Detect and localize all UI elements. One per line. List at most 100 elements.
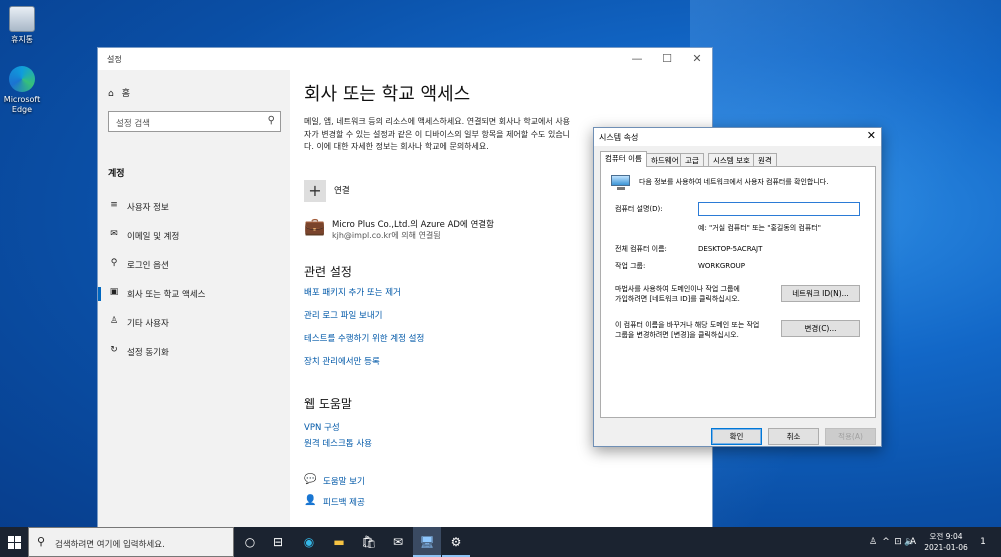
settings-titlebar[interactable]: 설정 — ☐ ✕ bbox=[98, 48, 712, 70]
search-icon: ⚲ bbox=[37, 535, 46, 548]
taskbar-clock[interactable]: 오전 9:04 2021-01-06 bbox=[922, 531, 970, 553]
tab-remote[interactable]: 원격 bbox=[753, 153, 777, 166]
link-enroll-device-management[interactable]: 장치 관리에서만 등록 bbox=[304, 355, 380, 367]
briefcase-icon: 💼 bbox=[304, 217, 326, 237]
sidebar-item-label: 설정 동기화 bbox=[127, 348, 169, 358]
desktop-icon-label: 휴지통 bbox=[10, 35, 34, 44]
edge-icon: ◉ bbox=[303, 535, 315, 549]
category-heading: 계정 bbox=[108, 169, 125, 179]
desktop-icon-recycle-bin[interactable]: 휴지통 bbox=[0, 6, 44, 45]
full-name-value: DESKTOP-5ACRAJT bbox=[698, 245, 763, 253]
desktop-icon-label: Microsoft Edge bbox=[3, 95, 41, 114]
web-help-heading: 웹 도움말 bbox=[304, 397, 352, 411]
cortana-button[interactable]: ○ bbox=[236, 527, 264, 557]
taskbar-mail[interactable]: ✉ bbox=[384, 527, 412, 557]
taskbar-settings[interactable]: ⚙ bbox=[442, 527, 470, 557]
feedback-icon: 👤 bbox=[304, 495, 317, 506]
sidebar-item-label: 사용자 정보 bbox=[127, 203, 169, 213]
dialog-titlebar[interactable]: 시스템 속성 ✕ bbox=[594, 128, 881, 146]
search-placeholder: 설정 검색 bbox=[116, 119, 150, 129]
taskbar-system-properties[interactable]: 🖥 bbox=[413, 527, 441, 557]
mail-icon: ✉ bbox=[110, 229, 118, 239]
folder-icon: ▬ bbox=[333, 535, 345, 549]
workgroup-label: 작업 그룹: bbox=[615, 262, 646, 270]
sidebar-item-label: 로그인 옵션 bbox=[127, 261, 169, 271]
maximize-button[interactable]: ☐ bbox=[652, 48, 682, 70]
dialog-title: 시스템 속성 bbox=[599, 133, 639, 142]
taskbar-search-placeholder: 검색하려면 여기에 입력하세요. bbox=[55, 540, 165, 550]
system-properties-dialog: 시스템 속성 ✕ 컴퓨터 이름 하드웨어 고급 시스템 보호 원격 다음 정보를… bbox=[593, 127, 882, 447]
related-settings-heading: 관련 설정 bbox=[304, 265, 352, 279]
computer-icon: 🖥 bbox=[419, 535, 435, 549]
plus-icon: + bbox=[304, 180, 326, 202]
change-button[interactable]: 변경(C)... bbox=[781, 320, 860, 337]
change-text: 이 컴퓨터 이름을 바꾸거나 해당 도메인 또는 작업 bbox=[615, 321, 760, 329]
intro-text: 다음 정보를 사용하여 네트워크에서 사용자 컴퓨터를 확인합니다. bbox=[639, 178, 829, 186]
tab-computer-name[interactable]: 컴퓨터 이름 bbox=[600, 151, 647, 167]
settings-sidebar: ⌂ 홈 설정 검색 ⚲ 계정 ≡ 사용자 정보 ✉ 이메일 및 계정 ⚲ 로그인 … bbox=[98, 70, 290, 527]
taskbar-edge[interactable]: ◉ bbox=[295, 527, 323, 557]
home-nav[interactable]: ⌂ 홈 bbox=[108, 86, 138, 99]
connect-label: 연결 bbox=[334, 186, 350, 196]
computer-description-field[interactable] bbox=[698, 202, 860, 216]
sidebar-item-label: 기타 사용자 bbox=[127, 319, 169, 329]
tab-hardware[interactable]: 하드웨어 bbox=[646, 153, 684, 166]
account-title: Micro Plus Co.,Ltd.의 Azure AD에 연결함 bbox=[332, 220, 494, 230]
ime-indicator[interactable]: A bbox=[907, 527, 919, 557]
sidebar-item-other-users[interactable]: ♙ 기타 사용자 bbox=[98, 310, 290, 336]
edge-icon bbox=[9, 66, 35, 92]
ok-button[interactable]: 확인 bbox=[711, 428, 762, 445]
sidebar-item-email-accounts[interactable]: ✉ 이메일 및 계정 bbox=[98, 223, 290, 249]
workgroup-value: WORKGROUP bbox=[698, 262, 746, 270]
dialog-close-button[interactable]: ✕ bbox=[867, 129, 876, 142]
taskbar-file-explorer[interactable]: ▬ bbox=[325, 527, 353, 557]
network-id-text: 가입하려면 [네트워크 ID]를 클릭하십시오. bbox=[615, 295, 740, 303]
task-view-icon: ⊟ bbox=[272, 535, 284, 549]
people-icon[interactable]: ♙ bbox=[866, 527, 880, 557]
task-view-button[interactable]: ⊟ bbox=[264, 527, 292, 557]
notification-count: 1 bbox=[980, 537, 986, 547]
window-title: 설정 bbox=[107, 55, 122, 64]
minimize-button[interactable]: — bbox=[622, 48, 652, 70]
account-subtitle: kjh@impl.co.kr에 의해 연결됨 bbox=[332, 231, 441, 240]
chevron-up-icon[interactable]: ^ bbox=[880, 527, 892, 557]
taskbar: ⚲ 검색하려면 여기에 입력하세요. ○ ⊟ ◉ ▬ 🛍 ✉ 🖥 ⚙ ♙ ^ ⊡… bbox=[0, 527, 1001, 557]
link-vpn-setup[interactable]: VPN 구성 bbox=[304, 421, 340, 433]
cancel-button[interactable]: 취소 bbox=[768, 428, 819, 445]
link-add-remove-package[interactable]: 배포 패키지 추가 또는 제거 bbox=[304, 286, 401, 298]
home-icon: ⌂ bbox=[108, 89, 114, 99]
windows-logo-icon bbox=[8, 536, 14, 542]
sidebar-item-label: 회사 또는 학교 액세스 bbox=[127, 290, 206, 300]
sidebar-item-label: 이메일 및 계정 bbox=[127, 232, 180, 242]
desktop-icon-edge[interactable]: Microsoft Edge bbox=[0, 66, 44, 115]
notification-center[interactable]: 1 bbox=[976, 527, 990, 557]
sidebar-item-your-info[interactable]: ≡ 사용자 정보 bbox=[98, 194, 290, 220]
key-icon: ⚲ bbox=[110, 258, 118, 268]
sidebar-item-sign-in-options[interactable]: ⚲ 로그인 옵션 bbox=[98, 252, 290, 278]
recycle-bin-icon bbox=[9, 6, 35, 32]
tab-advanced[interactable]: 고급 bbox=[680, 153, 704, 166]
clock-date: 2021-01-06 bbox=[924, 543, 968, 552]
store-icon: 🛍 bbox=[361, 535, 377, 549]
start-button[interactable] bbox=[0, 527, 28, 557]
link-remote-desktop[interactable]: 원격 데스크톱 사용 bbox=[304, 437, 372, 449]
network-id-button[interactable]: 네트워크 ID(N)... bbox=[781, 285, 860, 302]
home-label: 홈 bbox=[121, 89, 130, 99]
network-id-text: 마법사를 사용하여 도메인이나 작업 그룹에 bbox=[615, 285, 740, 293]
link-setup-test-account[interactable]: 테스트를 수행하기 위한 계정 설정 bbox=[304, 332, 424, 344]
description-example: 예: "거실 컴퓨터" 또는 "홍길동의 컴퓨터" bbox=[698, 224, 821, 232]
tab-system-protection[interactable]: 시스템 보호 bbox=[708, 153, 755, 166]
apply-button[interactable]: 적용(A) bbox=[825, 428, 876, 445]
taskbar-search-box[interactable]: ⚲ 검색하려면 여기에 입력하세요. bbox=[28, 527, 234, 557]
network-icon[interactable]: ⊡ bbox=[892, 527, 904, 557]
help-chat-icon: 💬 bbox=[304, 474, 317, 485]
sidebar-item-work-school-access[interactable]: ▣ 회사 또는 학교 액세스 bbox=[98, 281, 290, 307]
link-export-logs[interactable]: 관리 로그 파일 보내기 bbox=[304, 309, 383, 321]
settings-search-input[interactable]: 설정 검색 ⚲ bbox=[108, 111, 281, 132]
briefcase-icon: ▣ bbox=[109, 287, 119, 297]
taskbar-store[interactable]: 🛍 bbox=[355, 527, 383, 557]
page-title: 회사 또는 학교 액세스 bbox=[304, 84, 471, 105]
sidebar-item-sync-settings[interactable]: ↻ 설정 동기화 bbox=[98, 339, 290, 365]
full-name-label: 전체 컴퓨터 이름: bbox=[615, 245, 667, 253]
close-button[interactable]: ✕ bbox=[682, 48, 712, 70]
